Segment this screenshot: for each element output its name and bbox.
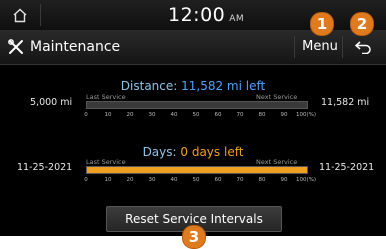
days-remaining: 0 days left [180, 145, 244, 159]
callout-badge-1: 1 [310, 12, 334, 36]
scale-tick-label: 20 [126, 177, 134, 183]
distance-scale: 0 10 20 30 40 50 60 70 80 90 100(%) [84, 112, 316, 122]
head-unit-screen: 12:00 AM Maintenance Menu Distance: 11,5… [0, 0, 386, 236]
scale-tick-label: 70 [236, 112, 244, 118]
days-next-value: 11-25-2021 [319, 162, 375, 173]
title-separator [342, 36, 343, 58]
scale-tick-label: 30 [148, 112, 156, 118]
scale-tick-label: 50 [192, 177, 200, 183]
distance-last-service-label: Last Service [86, 93, 126, 101]
scale-tick-label: 50 [192, 112, 200, 118]
scale-tick-label: 10 [104, 112, 112, 118]
distance-next-value: 11,582 mi [321, 97, 370, 108]
page-title: Maintenance [30, 39, 121, 55]
scale-tick-label: 80 [258, 177, 266, 183]
menu-button[interactable]: Menu [300, 35, 340, 59]
scale-tick-label: 0 [84, 112, 88, 118]
scale-tick-label: 60 [214, 112, 222, 118]
tools-icon [8, 39, 23, 54]
scale-tick-label: 30 [148, 177, 156, 183]
days-progress-bar [86, 166, 308, 174]
distance-next-service-label: Next Service [256, 93, 298, 101]
days-scale: 0 10 20 30 40 50 60 70 80 90 100(%) [84, 177, 316, 187]
scale-tick-label: 20 [126, 112, 134, 118]
scale-tick-label: 60 [214, 177, 222, 183]
distance-remaining: 11,582 mi left [181, 79, 266, 93]
scale-tick-label: 100(%) [295, 112, 317, 118]
distance-last-value: 5,000 mi [30, 97, 73, 108]
days-last-value: 11-25-2021 [17, 162, 73, 173]
scale-tick-label: 40 [170, 112, 178, 118]
clock-ampm: AM [229, 14, 245, 24]
scale-tick-label: 70 [236, 177, 244, 183]
title-separator [294, 36, 295, 58]
back-button[interactable] [346, 35, 380, 59]
back-arrow-icon [354, 41, 371, 54]
scale-tick-label: 40 [170, 177, 178, 183]
days-title: Days: 0 days left [80, 145, 306, 159]
callout-badge-2: 2 [350, 12, 374, 36]
distance-title: Distance: 11,582 mi left [80, 79, 306, 93]
days-next-service-label: Next Service [256, 158, 298, 166]
scale-tick-label: 90 [280, 112, 288, 118]
home-icon [13, 8, 27, 22]
days-label: Days: [142, 145, 177, 159]
scale-tick-label: 90 [280, 177, 288, 183]
days-last-service-label: Last Service [86, 158, 126, 166]
distance-progress-bar [86, 101, 308, 109]
scale-tick-label: 10 [104, 177, 112, 183]
scale-tick-label: 80 [258, 112, 266, 118]
distance-label: Distance: [120, 79, 178, 93]
callout-badge-3: 3 [182, 225, 206, 249]
clock: 12:00 AM [168, 2, 244, 28]
home-button[interactable] [0, 0, 40, 30]
scale-tick-label: 0 [84, 177, 88, 183]
scale-tick-label: 100(%) [295, 177, 317, 183]
days-progress-fill [87, 167, 307, 173]
status-separator [40, 4, 41, 26]
clock-time: 12:00 [168, 4, 226, 26]
